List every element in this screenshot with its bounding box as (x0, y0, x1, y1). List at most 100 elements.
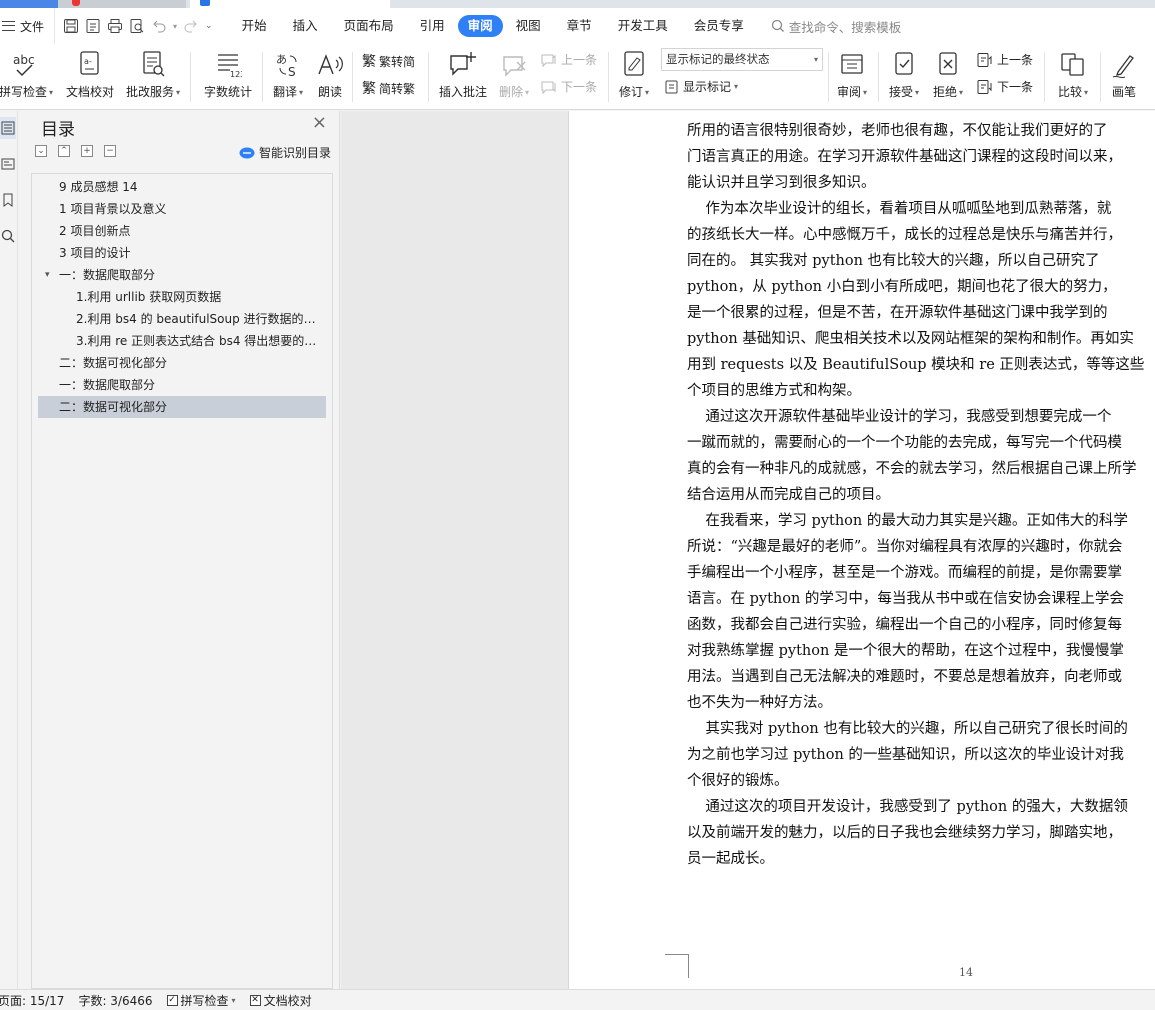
read-aloud-button[interactable]: 朗读 (312, 44, 348, 110)
toc-icon (1, 121, 15, 135)
review-ribbon: abc 拼写检查▾ a- 文档校对 批改服务▾ 123 字数统计 あS 翻译▾ … (0, 44, 1155, 110)
undo-dropdown-icon[interactable]: ▾ (173, 22, 177, 31)
doc-line: python，从 python 小白到小有所成吧，期间也花了很大的努力， (687, 279, 1117, 295)
tab-document-other[interactable] (58, 0, 186, 8)
tab-start[interactable]: 开始 (229, 15, 280, 37)
svg-text:a-: a- (84, 57, 92, 66)
toc-item-selected[interactable]: 二：数据可视化部分 (38, 396, 326, 418)
toc-pane-button[interactable] (0, 117, 16, 139)
expand-all-icon[interactable]: ⌄ (35, 145, 47, 157)
save-icon[interactable] (63, 18, 79, 34)
tab-member[interactable]: 会员专享 (681, 15, 757, 37)
track-changes-label: 修订 (618, 85, 643, 99)
translate-icon: あS (276, 53, 297, 79)
ribbon-separator (878, 52, 879, 102)
undo-icon[interactable] (151, 18, 167, 34)
export-pdf-icon[interactable] (85, 18, 101, 34)
markup-state-select[interactable]: 显示标记的最终状态 ▾ (661, 48, 823, 71)
chevron-down-icon[interactable]: ▾ (45, 264, 50, 286)
insert-comment-button[interactable]: 插入批注 (434, 44, 492, 110)
track-changes-button[interactable]: 修订 ▾ (614, 44, 654, 110)
check-icon: ✓ (166, 994, 178, 1006)
doc-line: 个很好的锻炼。 (687, 773, 789, 789)
tab-document-active[interactable] (190, 0, 390, 8)
ink-button[interactable]: 画笔 (1106, 44, 1142, 110)
trad-icon: 繁 (362, 54, 376, 70)
print-icon[interactable] (107, 18, 123, 34)
tab-home[interactable] (0, 0, 58, 8)
smart-toc-button[interactable]: 智能识别目录 (239, 144, 331, 161)
toc-item[interactable]: 3 项目的设计 (32, 242, 332, 264)
doc-proof-status-label: 文档校对 (263, 993, 312, 1008)
toc-item[interactable]: 二：数据可视化部分 (32, 352, 332, 374)
toc-item[interactable]: 1 项目背景以及意义 (32, 198, 332, 220)
chapter-pane-button[interactable] (0, 153, 16, 175)
tab-review[interactable]: 审阅 (457, 15, 503, 37)
pen-icon (1112, 55, 1134, 79)
doc-line: 一蹴而就的，需要耐心的一个一个功能的去完成，每写完一个代码模 (687, 435, 1122, 451)
toc-item-expandable[interactable]: ▾ 一：数据爬取部分 (32, 264, 332, 286)
collapse-all-icon[interactable]: ⌃ (58, 145, 70, 157)
prev-change-button[interactable]: 上一条 (976, 51, 1033, 68)
add-heading-icon[interactable]: + (81, 145, 93, 157)
tab-section[interactable]: 章节 (554, 15, 605, 37)
revise-service-button[interactable]: 批改服务 ▾ (122, 44, 184, 110)
to-simplified-button[interactable]: 繁 简转繁 (362, 78, 415, 98)
find-pane-button[interactable] (0, 225, 16, 247)
toc-item[interactable]: 2 项目创新点 (32, 220, 332, 242)
command-search[interactable]: 查找命令、搜索模板 (771, 17, 901, 36)
word-count-button[interactable]: 123 字数统计 (200, 44, 256, 110)
toc-item[interactable]: 3.利用 re 正则表达式结合 bs4 得出想要的数据 (32, 330, 332, 352)
to-traditional-button[interactable]: 繁 繁转简 (362, 51, 415, 71)
document-page[interactable]: 所用的语言很特别很奇妙，老师也很有趣，不仅能让我们更好的了 门语言真正的用途。在… (568, 111, 1155, 989)
file-menu[interactable]: 文件 (0, 8, 54, 44)
doc-proof-label: 文档校对 (65, 85, 114, 99)
close-icon[interactable]: × (312, 113, 327, 133)
read-aloud-label: 朗读 (317, 85, 342, 99)
show-markup-button[interactable]: 显示标记 ▾ (664, 78, 738, 95)
chapter-icon (1, 158, 15, 170)
review-pane-label: 审阅 (836, 85, 861, 99)
search-icon (771, 19, 784, 32)
doc-line: 在我看来，学习 python 的最大动力其实是兴趣。正如伟大的科学 (687, 513, 1128, 529)
word-count-indicator[interactable]: 字数: 3/6466 (78, 992, 152, 1009)
doc-proof-button[interactable]: a- 文档校对 (62, 44, 118, 110)
review-pane-button[interactable]: 审阅 ▾ (832, 44, 872, 110)
prev-change-icon (977, 52, 992, 67)
delete-comment-button[interactable]: 删除 ▾ (494, 44, 534, 110)
page-indicator[interactable]: 页面: 15/17 (0, 992, 64, 1009)
tab-page-layout[interactable]: 页面布局 (331, 15, 407, 37)
toc-item[interactable]: 1.利用 urllib 获取网页数据 (32, 286, 332, 308)
insert-comment-label: 插入批注 (438, 85, 487, 99)
doc-proof-toggle[interactable]: ✕ 文档校对 (249, 992, 312, 1009)
prev-comment-button[interactable]: 上一条 (540, 51, 597, 68)
spellcheck-toggle[interactable]: ✓ 拼写检查 ▾ (166, 992, 236, 1009)
tab-references[interactable]: 引用 (407, 15, 458, 37)
toc-item[interactable]: 2.利用 bs4 的 beautifulSoup 进行数据的解析 (32, 308, 332, 330)
tab-insert[interactable]: 插入 (280, 15, 331, 37)
reject-button[interactable]: 拒绝 ▾ (928, 44, 968, 110)
remove-heading-icon[interactable]: − (104, 145, 116, 157)
tab-view[interactable]: 视图 (503, 15, 554, 37)
bookmark-pane-button[interactable] (0, 189, 16, 211)
tab-developer[interactable]: 开发工具 (605, 15, 681, 37)
next-change-button[interactable]: 下一条 (976, 78, 1033, 95)
compare-icon (1061, 53, 1084, 76)
print-preview-icon[interactable] (129, 18, 145, 34)
next-comment-button[interactable]: 下一条 (540, 78, 597, 95)
customize-dropdown-icon[interactable]: ⌄ (205, 21, 213, 31)
ink-label: 画笔 (1111, 85, 1136, 99)
accept-button[interactable]: 接受 ▾ (884, 44, 924, 110)
insert-comment-icon (450, 52, 476, 76)
translate-button[interactable]: あS 翻译 ▾ (268, 44, 308, 110)
to-traditional-label: 繁转简 (379, 54, 416, 69)
compare-button[interactable]: 比较 ▾ (1052, 44, 1094, 110)
doc-line: 同在的。 其实我对 python 也有比较大的兴趣，所以自己研究了 (687, 253, 1100, 269)
spellcheck-button[interactable]: abc 拼写检查 ▾ (0, 44, 53, 110)
toc-item[interactable]: 一：数据爬取部分 (32, 374, 332, 396)
doc-line: 通过这次的项目开发设计，我感受到了 python 的强大，大数据领 (687, 799, 1128, 815)
redo-icon[interactable] (183, 18, 199, 34)
doc-line: 用法。当遇到自己无法解决的难题时，不要总是想着放弃，向老师或 (687, 669, 1122, 685)
toc-item[interactable]: 9 成员感想 14 (32, 176, 332, 198)
doc-line: 的孩纸长大一样。心中感慨万千，成长的过程总是快乐与痛苦并行， (687, 227, 1122, 243)
